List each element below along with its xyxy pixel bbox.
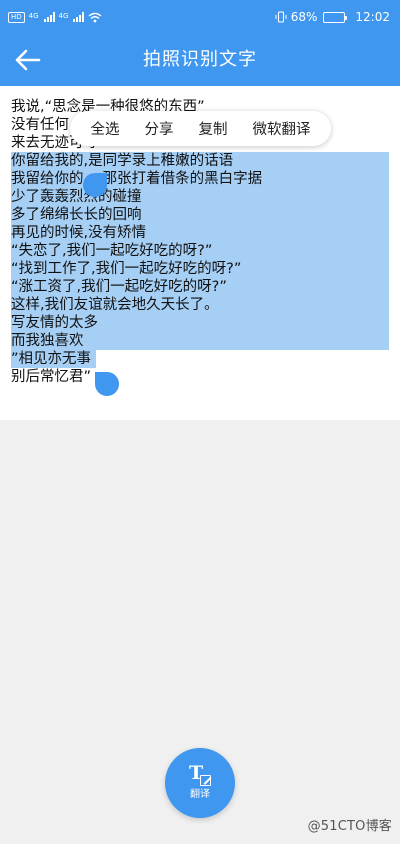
text-line: 少了轰轰烈烈的碰撞 (11, 188, 391, 206)
text-line: 我留给你的,一那张打着借条的黑白字据 (11, 170, 391, 188)
status-left: HD 4G 4G (8, 11, 102, 23)
text-line: 写友情的太多 (11, 314, 391, 332)
status-right: 68% 12:02 (275, 10, 390, 24)
clock: 12:02 (355, 10, 390, 24)
wifi-icon (88, 12, 102, 22)
selection-start-handle[interactable] (83, 173, 107, 197)
status-bar: HD 4G 4G 68% 12:02 (0, 0, 400, 34)
page-title: 拍照识别文字 (143, 49, 257, 70)
battery-percent: 68% (290, 10, 318, 24)
text-line: “涨工资了,我们一起吃好吃的呀?” (11, 278, 391, 296)
network-type-1: 4G (28, 11, 39, 20)
text-line: 再见的时候,没有矫情 (11, 224, 391, 242)
text-line: 而我独喜欢 (11, 332, 391, 350)
translate-button-label: 翻译 (190, 788, 210, 800)
text-line: “找到工作了,我们一起吃好吃的呀?” (11, 260, 391, 278)
menu-share[interactable]: 分享 (145, 118, 174, 139)
text-line: 这样,我们友谊就会地久天长了。 (11, 296, 391, 314)
network-type-2: 4G (58, 11, 69, 20)
hd-badge: HD (8, 11, 25, 23)
selection-end-handle[interactable] (95, 372, 119, 396)
menu-copy[interactable]: 复制 (199, 118, 228, 139)
translate-button[interactable]: T 翻译 (165, 748, 235, 818)
menu-microsoft-translate[interactable]: 微软翻译 (253, 118, 311, 139)
text-line: ”相见亦无事 (11, 350, 391, 368)
translate-icon: T (189, 763, 212, 786)
text-line: “失恋了,我们一起吃好吃的呀?” (11, 242, 391, 260)
vibrate-icon (275, 11, 287, 23)
text-context-menu: 全选 分享 复制 微软翻译 (70, 111, 331, 146)
menu-select-all[interactable]: 全选 (91, 118, 120, 139)
title-bar: 拍照识别文字 (0, 34, 400, 86)
signal-icon-2 (73, 12, 85, 22)
text-line: 多了绵绵长长的回响 (11, 206, 391, 224)
text-line: 别后常忆君” (11, 369, 92, 385)
text-line: 你留给我的,是同学录上稚嫩的话语 (11, 152, 391, 170)
watermark: @51CTO博客 (307, 819, 392, 834)
signal-icon (43, 12, 55, 22)
battery-icon (323, 11, 348, 23)
